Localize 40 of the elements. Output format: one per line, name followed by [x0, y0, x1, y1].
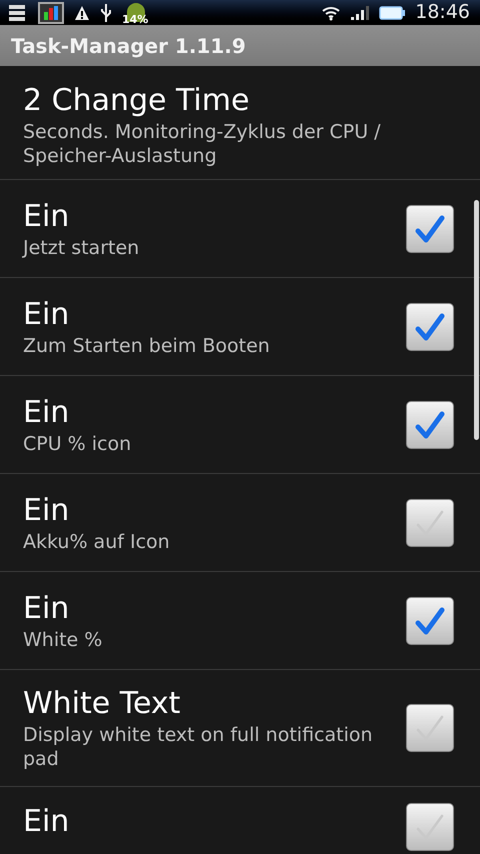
settings-row[interactable]: 2 Change Time Seconds. Monitoring-Zyklus der CPU / Speicher-Auslastung [0, 66, 480, 180]
check-icon [415, 606, 445, 636]
wifi-icon [321, 4, 342, 20]
checkbox[interactable] [406, 596, 454, 644]
warning-icon [74, 4, 90, 20]
checkbox[interactable] [406, 498, 454, 546]
setting-summary: Seconds. Monitoring-Zyklus der CPU / Speicher-Auslastung [23, 120, 382, 168]
signal-icon [351, 6, 370, 20]
checkbox[interactable] [406, 803, 454, 851]
settings-row[interactable]: Ein Akku% auf Icon [0, 474, 480, 572]
checkbox[interactable] [406, 302, 454, 350]
settings-row[interactable]: White Text Display white text on full notification pad [0, 670, 480, 787]
battery-icon [379, 6, 406, 20]
app-title: Task-Manager 1.11.9 [11, 32, 246, 60]
settings-row[interactable]: Ein [0, 787, 480, 854]
setting-summary: Akku% auf Icon [23, 530, 171, 554]
setting-title: Ein [23, 198, 70, 236]
setting-title: Ein [23, 296, 70, 334]
bar-chart-icon [38, 2, 64, 24]
checkbox[interactable] [406, 204, 454, 252]
setting-title: Ein [23, 394, 70, 432]
checkbox[interactable] [406, 400, 454, 448]
check-icon [415, 312, 445, 342]
setting-title: Ein [23, 492, 70, 530]
settings-row[interactable]: Ein White % [0, 572, 480, 670]
usb-icon [100, 2, 112, 22]
setting-summary: Zum Starten beim Booten [23, 334, 271, 358]
clock: 18:46 [415, 0, 471, 26]
settings-row[interactable]: Ein CPU % icon [0, 376, 480, 474]
setting-title: 2 Change Time [23, 82, 250, 120]
setting-summary: White % [23, 628, 104, 652]
setting-title: Ein [23, 803, 70, 841]
setting-summary: Jetzt starten [23, 236, 140, 260]
checkbox[interactable] [406, 704, 454, 752]
setting-title: Ein [23, 590, 70, 628]
check-icon [415, 410, 445, 440]
check-icon [415, 214, 445, 244]
setting-summary: CPU % icon [23, 432, 132, 456]
setting-summary: Display white text on full notification pad [23, 723, 374, 771]
setting-title: White Text [23, 685, 182, 723]
